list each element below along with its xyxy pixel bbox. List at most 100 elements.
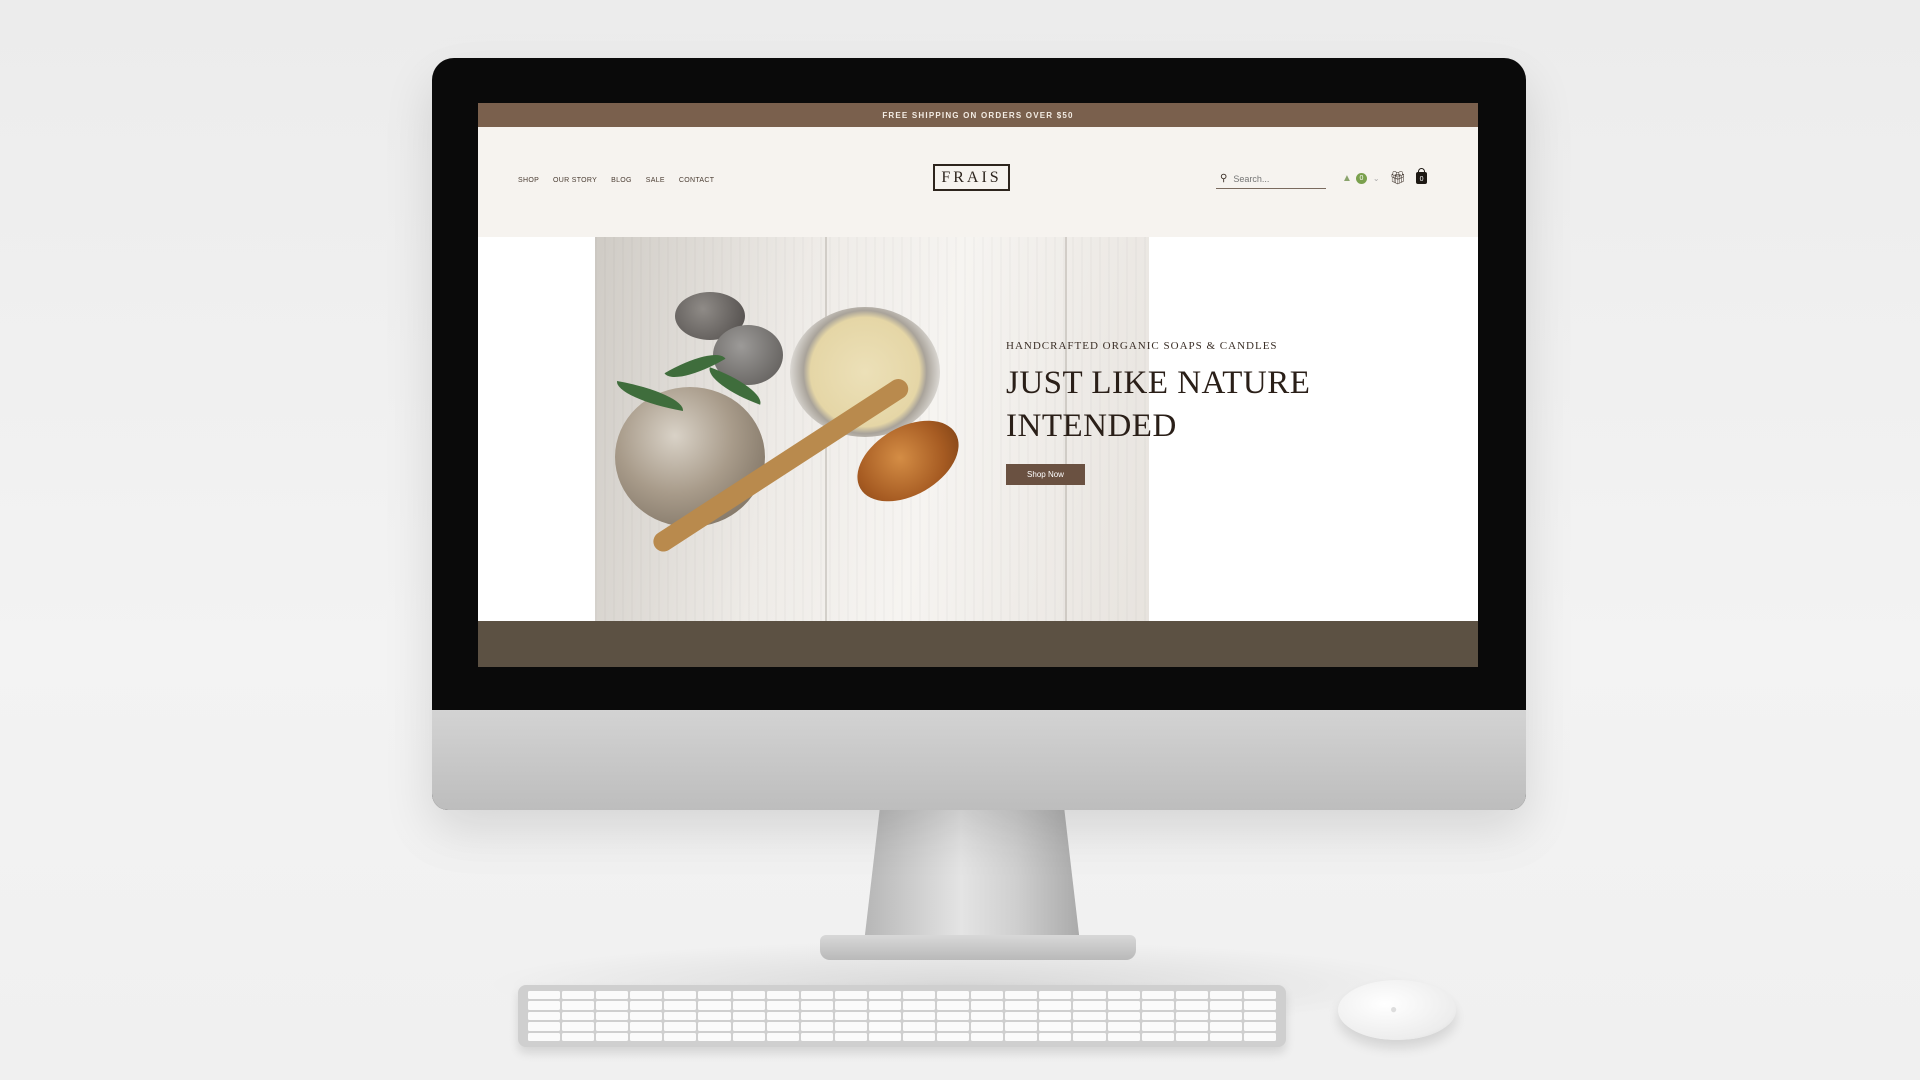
keyboard-key: [902, 991, 936, 1000]
keyboard-key: [868, 1001, 901, 1010]
keyboard-key: [1209, 1022, 1242, 1031]
mouse: ●: [1338, 980, 1456, 1040]
keyboard-key: [800, 1001, 833, 1010]
gift-icon[interactable]: 🎁︎: [1390, 170, 1407, 186]
keyboard-key: [1243, 991, 1276, 1000]
keyboard-key: [971, 1011, 1004, 1021]
keyboard-key: [1073, 1022, 1106, 1031]
shop-now-button[interactable]: Shop Now: [1006, 464, 1085, 485]
chevron-down-icon[interactable]: ⌄: [1373, 174, 1380, 183]
search-box: ⚲: [1216, 169, 1326, 189]
keyboard-key: [1039, 1011, 1072, 1021]
announcement-bar: FREE SHIPPING ON ORDERS OVER $50: [478, 103, 1478, 127]
keyboard-key: [698, 1022, 731, 1031]
website-screen: FREE SHIPPING ON ORDERS OVER $50 SHOP OU…: [478, 103, 1478, 667]
keyboard-key: [1209, 1001, 1242, 1010]
search-input[interactable]: [1233, 173, 1322, 184]
keyboard-key: [766, 1001, 799, 1010]
nav-item-sale[interactable]: SALE: [646, 177, 665, 184]
keyboard-key: [937, 1032, 970, 1041]
keyboard-key: [630, 1032, 663, 1041]
keyboard-key: [562, 1032, 595, 1041]
keyboard-key: [971, 991, 1004, 1000]
keyboard-key: [937, 1022, 970, 1031]
keyboard-key: [971, 1022, 1004, 1031]
keyboard-key: [664, 1022, 697, 1031]
keyboard-key: [1107, 1032, 1140, 1041]
nav-item-contact[interactable]: CONTACT: [679, 177, 714, 184]
keyboard-key: [562, 991, 595, 1000]
keyboard-key: [596, 1032, 629, 1041]
keyboard-key: [698, 1001, 731, 1010]
keyboard-key: [1073, 1032, 1106, 1041]
keyboard-key: [971, 1032, 1004, 1041]
cart-bag-icon[interactable]: 0: [1416, 168, 1428, 184]
keyboard-key: [766, 1032, 799, 1041]
keyboard-key: [800, 1022, 833, 1031]
keyboard-key: [1107, 991, 1140, 1000]
keyboard: [518, 985, 1286, 1047]
keyboard-key: [1107, 1001, 1140, 1010]
keyboard-key: [1039, 1022, 1072, 1031]
keyboard-key: [937, 1001, 970, 1010]
keyboard-key: [800, 991, 833, 1000]
keyboard-key: [732, 1011, 765, 1021]
keyboard-key: [1209, 991, 1242, 1000]
keyboard-key: [1141, 1011, 1174, 1021]
keyboard-key: [800, 1011, 833, 1021]
keyboard-key: [1107, 1011, 1140, 1021]
keyboard-key: [766, 1011, 799, 1021]
keyboard-key: [528, 1001, 561, 1010]
keyboard-key: [1141, 1032, 1174, 1041]
keyboard-key: [1209, 1011, 1242, 1021]
header-actions: ▲ 0 ⌄ 🎁︎ 0: [1342, 168, 1428, 186]
keyboard-key: [528, 1022, 561, 1031]
keyboard-key: [528, 1011, 561, 1021]
keyboard-key: [1005, 1001, 1038, 1010]
footer-band: [478, 621, 1478, 667]
keyboard-key: [1073, 1001, 1106, 1010]
search-icon[interactable]: ⚲: [1220, 173, 1227, 184]
keyboard-key: [732, 1032, 765, 1041]
keyboard-key: [630, 1011, 663, 1021]
keyboard-key: [1175, 1011, 1208, 1021]
bell-icon[interactable]: ▲: [1342, 173, 1352, 184]
keyboard-key: [1243, 1022, 1276, 1031]
keyboard-key: [1141, 991, 1174, 1000]
keyboard-key: [1005, 991, 1038, 1000]
hero-eyebrow: HANDCRAFTED ORGANIC SOAPS & CANDLES: [1006, 340, 1278, 352]
keyboard-key: [868, 991, 901, 1000]
keyboard-key: [528, 991, 561, 1000]
brand-logo[interactable]: FRAIS: [933, 164, 1010, 191]
keyboard-key: [1141, 1022, 1174, 1031]
hero-text-block: HANDCRAFTED ORGANIC SOAPS & CANDLES JUST…: [1006, 340, 1326, 485]
keyboard-key: [1175, 1022, 1208, 1031]
keyboard-key: [1073, 1011, 1106, 1021]
keyboard-key: [1005, 1032, 1038, 1041]
nav-item-blog[interactable]: BLOG: [611, 177, 632, 184]
nav-item-our-story[interactable]: OUR STORY: [553, 177, 597, 184]
keyboard-key: [698, 1032, 731, 1041]
keyboard-key: [1005, 1022, 1038, 1031]
apple-logo-icon: ●: [1390, 1002, 1398, 1016]
keyboard-key: [868, 1022, 901, 1031]
keyboard-key: [1039, 1001, 1072, 1010]
keyboard-key: [664, 1011, 697, 1021]
keyboard-key: [1073, 991, 1106, 1000]
keyboard-key: [868, 1032, 901, 1041]
keyboard-key: [698, 1011, 731, 1021]
keyboard-key: [902, 1022, 936, 1031]
site-header: SHOP OUR STORY BLOG SALE CONTACT FRAIS ⚲…: [478, 127, 1478, 237]
keyboard-key: [596, 1022, 629, 1031]
keyboard-key: [664, 1032, 697, 1041]
keyboard-key: [766, 991, 799, 1000]
keyboard-key: [596, 1001, 629, 1010]
keyboard-key: [732, 1001, 765, 1010]
keyboard-key: [1039, 991, 1072, 1000]
monitor-stand-base: [820, 935, 1136, 960]
nav-item-shop[interactable]: SHOP: [518, 177, 539, 184]
keyboard-key: [1107, 1022, 1140, 1031]
keyboard-key: [902, 1032, 936, 1041]
keyboard-key: [937, 991, 970, 1000]
keyboard-key: [834, 1011, 867, 1021]
